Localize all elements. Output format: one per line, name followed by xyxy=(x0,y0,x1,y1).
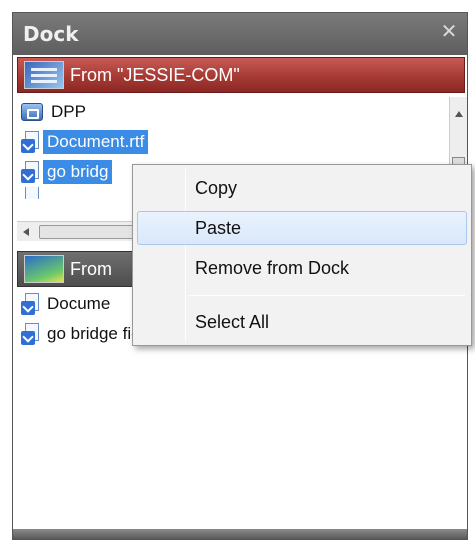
menu-item-copy[interactable]: Copy xyxy=(137,171,467,205)
dock-title-bar[interactable]: Dock ✕ xyxy=(13,13,467,55)
document-icon xyxy=(21,187,41,199)
context-menu: Copy Paste Remove from Dock Select All xyxy=(132,164,472,346)
scroll-left-arrow-icon[interactable] xyxy=(23,228,29,236)
close-icon[interactable]: ✕ xyxy=(439,21,459,41)
document-icon xyxy=(21,131,41,153)
menu-item-remove-from-dock[interactable]: Remove from Dock xyxy=(137,251,467,285)
document-icon xyxy=(21,161,41,183)
panel-bottom-bar xyxy=(13,529,467,539)
document-icon xyxy=(21,323,41,345)
scroll-up-arrow-icon[interactable] xyxy=(455,111,463,117)
computer-screen-icon xyxy=(24,61,64,89)
computer-drive-icon xyxy=(21,103,43,121)
list-item-label: Document.rtf xyxy=(43,130,149,154)
list-item[interactable]: DPP xyxy=(17,97,453,127)
menu-separator xyxy=(189,295,465,296)
section-header-label: From "JESSIE-COM" xyxy=(70,64,240,85)
computer-screen-icon xyxy=(24,255,64,283)
menu-item-select-all[interactable]: Select All xyxy=(137,305,467,339)
section-header-jessie-com[interactable]: From "JESSIE-COM" xyxy=(17,57,465,93)
dock-title: Dock xyxy=(23,22,79,46)
document-icon xyxy=(21,293,41,315)
list-item-label: DPP xyxy=(51,102,86,121)
list-item-label: Docume xyxy=(47,294,111,313)
menu-item-paste[interactable]: Paste xyxy=(137,211,467,245)
list-item-label: go bridg xyxy=(43,160,113,184)
list-item[interactable]: Document.rtf xyxy=(17,127,453,157)
section-header-label: From xyxy=(70,258,112,279)
